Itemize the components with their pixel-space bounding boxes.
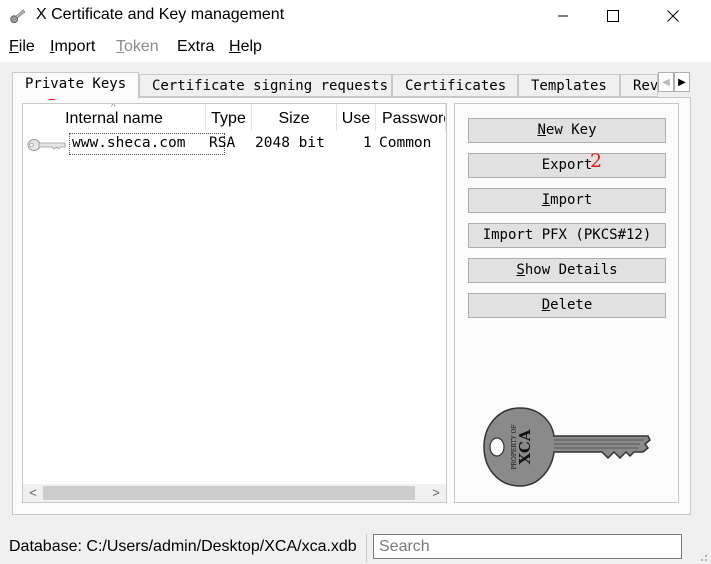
window-title: X Certificate and Key management <box>36 6 285 23</box>
cell-internal-name: www.sheca.com <box>72 135 186 151</box>
menu-extra[interactable]: Extra <box>177 38 214 56</box>
menu-help[interactable]: Help <box>229 38 262 56</box>
status-separator <box>366 534 367 562</box>
import-button[interactable]: Import <box>468 188 666 213</box>
column-use[interactable]: Use <box>337 104 376 131</box>
tab-templates[interactable]: Templates <box>518 74 620 97</box>
key-icon <box>27 139 66 151</box>
status-bar: Database: C:/Users/admin/Desktop/XCA/xca… <box>0 530 711 564</box>
minimize-button[interactable] <box>540 0 586 32</box>
tab-private-keys[interactable]: Private Keys <box>12 72 139 99</box>
tab-certificates[interactable]: Certificates <box>392 74 518 97</box>
chevron-left-icon[interactable]: < <box>25 485 41 501</box>
menu-file[interactable]: File <box>9 38 35 56</box>
resize-grip-icon[interactable] <box>696 550 708 562</box>
tab-certificate-signing-requests[interactable]: Certificate signing requests <box>139 74 392 97</box>
cell-password: Common <box>379 135 432 151</box>
maximize-button[interactable] <box>590 0 636 32</box>
xca-key-icon <box>10 9 26 24</box>
column-internal-name[interactable]: ^ Internal name <box>23 104 206 131</box>
menu-import[interactable]: Import <box>50 38 95 56</box>
tab-scroll-right-button[interactable]: ▶ <box>674 72 690 92</box>
search-input[interactable] <box>373 534 682 559</box>
horizontal-scrollbar[interactable]: < > <box>23 484 446 502</box>
sort-ascending-icon: ^ <box>111 104 116 113</box>
export-button[interactable]: Export <box>468 153 666 178</box>
column-size[interactable]: Size <box>252 104 337 131</box>
column-password[interactable]: Password <box>376 104 446 131</box>
tab-scroll-left-button[interactable]: ◀ <box>658 72 674 92</box>
close-button[interactable] <box>650 0 696 32</box>
show-details-button[interactable]: Show Details <box>468 258 666 283</box>
cell-size: 2048 bit <box>255 135 325 151</box>
new-key-button[interactable]: New Key <box>468 118 666 143</box>
menu-token: Token <box>116 38 159 55</box>
cell-use: 1 <box>363 135 372 151</box>
import-pfx-button[interactable]: Import PFX (PKCS#12) <box>468 223 666 248</box>
key-list-header: ^ Internal name Type Size Use Password <box>23 104 446 131</box>
chevron-right-icon: ▶ <box>678 76 686 88</box>
close-icon <box>667 10 679 22</box>
chevron-left-icon: ◀ <box>662 76 670 88</box>
database-path-label: Database: C:/Users/admin/Desktop/XCA/xca… <box>9 538 357 555</box>
tab-revocation-lists[interactable]: Rev <box>620 74 658 97</box>
maximize-icon <box>607 10 619 22</box>
scrollbar-thumb[interactable] <box>43 486 415 500</box>
title-bar: X Certificate and Key management <box>0 0 711 32</box>
delete-button[interactable]: Delete <box>468 293 666 318</box>
chevron-right-icon[interactable]: > <box>428 485 444 501</box>
xca-key-logo: PROPERTY OF XCA <box>483 407 651 487</box>
minimize-icon <box>558 15 568 17</box>
column-type[interactable]: Type <box>206 104 252 131</box>
menu-bar: File Import Token Extra Help <box>0 32 711 62</box>
cell-type: RSA <box>209 135 236 151</box>
table-row[interactable]: www.sheca.com RSA 2048 bit 1 Common <box>23 133 446 155</box>
tab-bar: Private Keys Certificate signing request… <box>12 72 692 99</box>
key-art-xca-text: XCA <box>516 429 534 464</box>
annotation-marker-2: 2 <box>590 150 603 172</box>
key-list[interactable]: ^ Internal name Type Size Use Password w… <box>22 103 447 503</box>
